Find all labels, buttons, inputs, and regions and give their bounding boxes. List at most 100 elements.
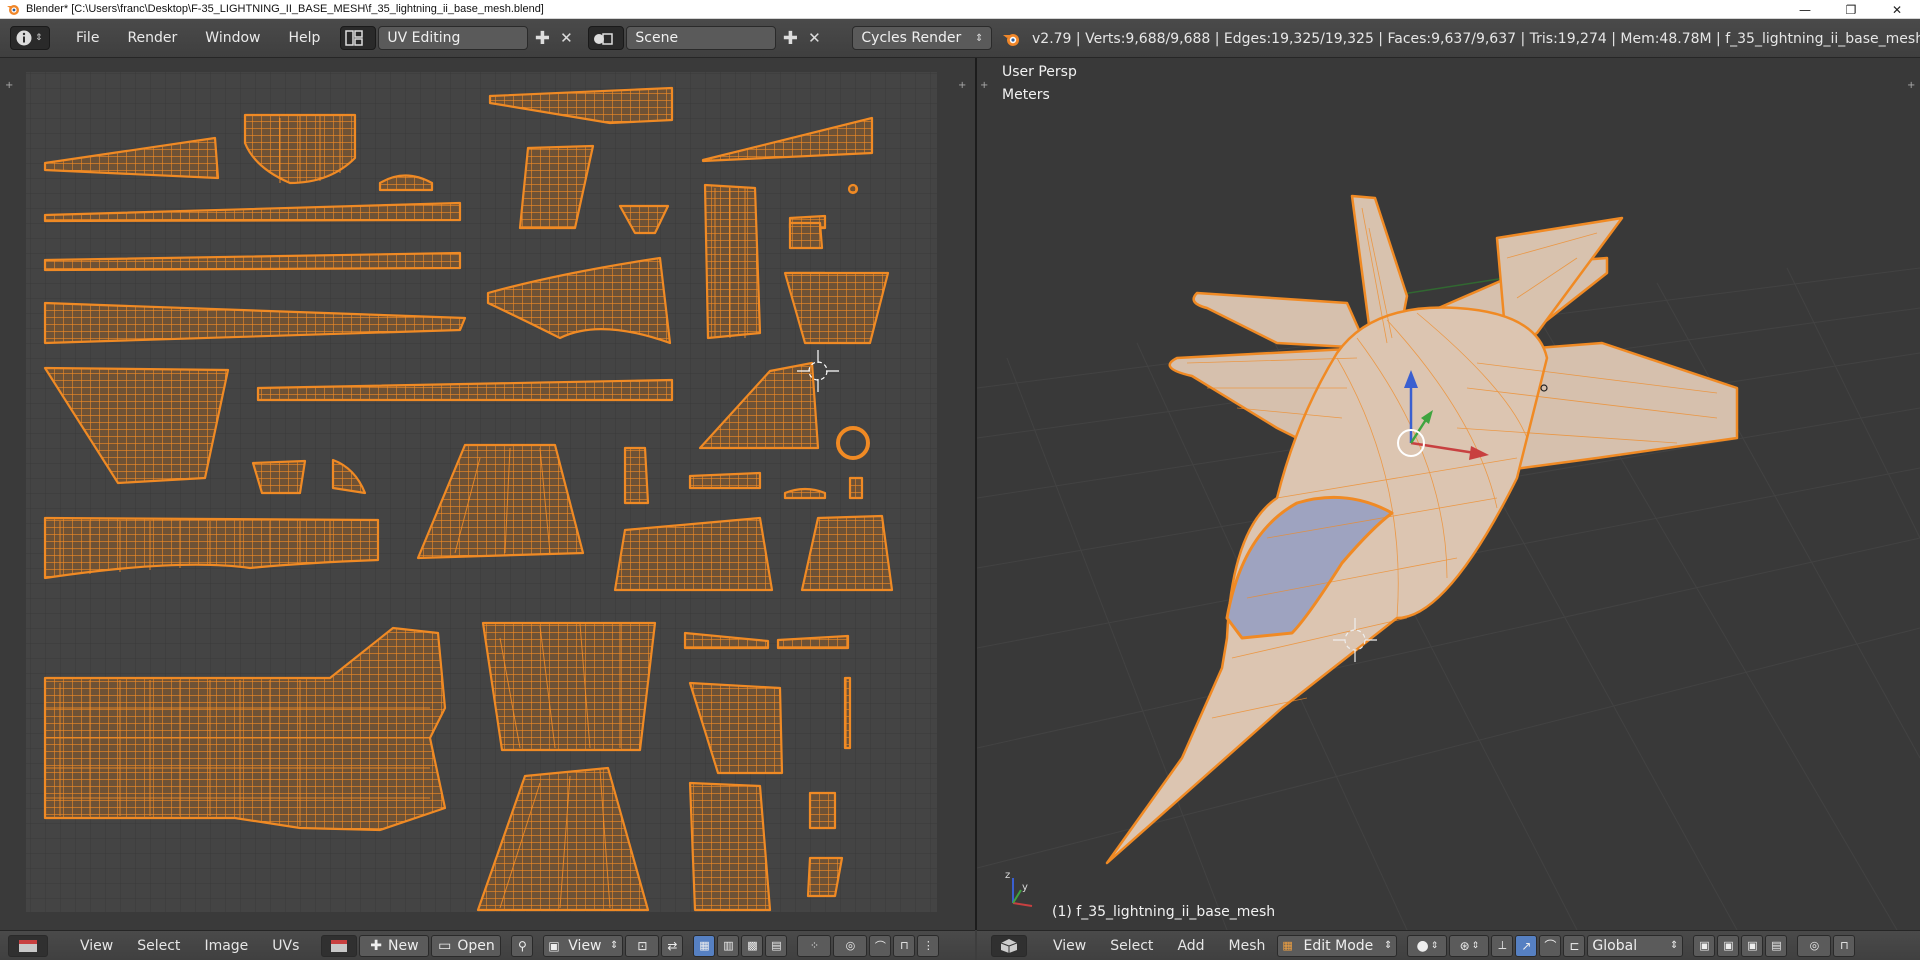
- snap-icon: ⋮: [922, 939, 934, 952]
- open-image-label: Open: [457, 937, 495, 954]
- render-engine-select[interactable]: Cycles Render ⇕: [852, 26, 993, 50]
- mode-select[interactable]: ▦ Edit Mode ⇕: [1277, 934, 1398, 957]
- scene-icon: [594, 33, 614, 45]
- window-controls: — ❐ ✕: [1782, 0, 1920, 19]
- uv-editor-header: View Select Image UVs ✚ New ▭ Open ⚲ ▣ V…: [0, 930, 975, 960]
- 3d-menu-mesh[interactable]: Mesh: [1217, 938, 1278, 954]
- menu-window[interactable]: Window: [191, 30, 274, 46]
- screen-layout-name: UV Editing: [387, 30, 461, 46]
- svg-text:+: +: [1907, 80, 1915, 91]
- image-browse-button[interactable]: [321, 934, 358, 957]
- screen-layout-browse[interactable]: [340, 26, 377, 50]
- uv-sync-toggle[interactable]: ⇄: [661, 934, 684, 957]
- 3d-menu-add[interactable]: Add: [1165, 938, 1216, 954]
- maximize-button[interactable]: ❐: [1828, 0, 1874, 19]
- face-select-icon: ▩: [747, 939, 758, 952]
- screen-layout-field[interactable]: UV Editing: [378, 26, 529, 50]
- menu-file[interactable]: File: [62, 30, 113, 46]
- snap-toggle[interactable]: ⊓: [893, 934, 916, 957]
- scene-browse[interactable]: [588, 26, 625, 50]
- chevron-updown-icon: ⇕: [1471, 940, 1480, 951]
- menu-render[interactable]: Render: [113, 30, 191, 46]
- solid-shading-icon: ●: [1416, 937, 1429, 954]
- svg-text:y: y: [1022, 882, 1028, 893]
- remove-scene-icon[interactable]: ✕: [804, 28, 824, 48]
- 3d-menu-view[interactable]: View: [1041, 938, 1098, 954]
- manipulator-toggle[interactable]: ⟂: [1491, 934, 1514, 957]
- arrow-icon: ↗: [1521, 938, 1532, 953]
- 3d-viewport[interactable]: z y + + User Persp Meters (1) f_35_light…: [977, 58, 1920, 930]
- pivot-point-select[interactable]: ⊛ ⇕: [1449, 934, 1490, 957]
- editor-type-selector[interactable]: [8, 934, 48, 957]
- mode-label: Edit Mode: [1303, 937, 1374, 954]
- uv-menu-select[interactable]: Select: [125, 938, 192, 954]
- layer-button-1[interactable]: ▣: [1693, 934, 1716, 957]
- view-mode-select[interactable]: ▣ View ⇕: [543, 934, 624, 957]
- uv-menu-image[interactable]: Image: [192, 938, 260, 954]
- uv-menu-uvs[interactable]: UVs: [260, 938, 311, 954]
- pivot-select[interactable]: ⊡: [625, 934, 660, 957]
- select-vertex-button[interactable]: ▦: [693, 934, 716, 957]
- proportional-edit-button[interactable]: ◎: [1797, 934, 1832, 957]
- edit-mode-icon: ▦: [1282, 939, 1293, 952]
- scene-name: Scene: [635, 30, 679, 46]
- blender-logo-icon: [1003, 33, 1019, 46]
- chevron-updown-icon: ⇕: [1384, 940, 1393, 951]
- edge-select-icon: ▥: [723, 939, 734, 952]
- layer-button-2[interactable]: ▣: [1717, 934, 1740, 957]
- uv-menu-view[interactable]: View: [68, 938, 125, 954]
- sync-icon: ⇄: [667, 938, 678, 953]
- layer-button-3[interactable]: ▣: [1741, 934, 1764, 957]
- remove-screen-icon[interactable]: ✕: [556, 28, 576, 48]
- editor-type-selector[interactable]: [991, 934, 1027, 957]
- info-icon: [16, 30, 32, 46]
- svg-text:z: z: [1005, 870, 1010, 881]
- select-island-button[interactable]: ▤: [765, 934, 788, 957]
- shading-select[interactable]: ● ⇕: [1407, 934, 1448, 957]
- select-face-button[interactable]: ▩: [741, 934, 764, 957]
- 3d-menu-select[interactable]: Select: [1098, 938, 1165, 954]
- scale-manipulator-button[interactable]: ⊏: [1563, 934, 1586, 957]
- magnet-icon: ⊓: [1840, 939, 1849, 952]
- scene-field[interactable]: Scene: [626, 26, 777, 50]
- viewport-canvas[interactable]: z y + +: [977, 58, 1920, 930]
- falloff-icon: ⌒: [874, 939, 886, 953]
- proportional-falloff-button[interactable]: ⌒: [869, 934, 892, 957]
- chevron-updown-icon: ⇕: [1670, 940, 1679, 951]
- minimize-button[interactable]: —: [1782, 0, 1828, 19]
- folder-icon: ▭: [438, 937, 452, 954]
- vertex-select-icon: ▦: [699, 939, 710, 952]
- uv-canvas[interactable]: + +: [0, 58, 975, 930]
- scene-stats: v2.79 | Verts:9,688/9,688 | Edges:19,325…: [1002, 19, 1920, 58]
- add-scene-icon[interactable]: ✚: [780, 28, 800, 49]
- select-edge-button[interactable]: ▥: [717, 934, 740, 957]
- sticky-icon: ⁘: [809, 939, 820, 952]
- occlude-geometry-toggle[interactable]: ▤: [1765, 934, 1788, 957]
- chevron-updown-icon: ⇕: [975, 32, 984, 44]
- render-engine-value: Cycles Render: [861, 30, 962, 46]
- sticky-select-mode[interactable]: ⁘: [797, 934, 832, 957]
- uv-image-editor[interactable]: + +: [0, 58, 975, 930]
- pivot-icon: ⊡: [637, 938, 648, 953]
- rotate-manipulator-button[interactable]: ⌒: [1539, 934, 1562, 957]
- menu-help[interactable]: Help: [274, 30, 334, 46]
- pin-image-button[interactable]: ⚲: [511, 934, 534, 957]
- proportional-edit-button[interactable]: ◎: [833, 934, 868, 957]
- add-screen-icon[interactable]: ✚: [532, 28, 552, 49]
- orientation-label: Global: [1592, 937, 1638, 954]
- axis-gizmo: z y: [1005, 870, 1033, 907]
- transform-orientation-select[interactable]: Global ⇕: [1587, 934, 1684, 957]
- translate-manipulator-button[interactable]: ↗: [1515, 934, 1538, 957]
- new-image-label: New: [388, 937, 419, 954]
- pin-icon: ⚲: [518, 938, 527, 953]
- editor-type-selector[interactable]: ⇕: [10, 26, 50, 50]
- magnet-icon: ⊓: [900, 939, 909, 952]
- manipulator-icon: ⟂: [1498, 938, 1507, 952]
- view-mode-label: View: [568, 937, 602, 954]
- open-image-button[interactable]: ▭ Open: [431, 934, 502, 957]
- svg-text:+: +: [980, 80, 988, 91]
- snap-element-select[interactable]: ⋮: [917, 934, 940, 957]
- new-image-button[interactable]: ✚ New: [359, 934, 430, 957]
- snap-toggle[interactable]: ⊓: [1833, 934, 1856, 957]
- close-button[interactable]: ✕: [1874, 0, 1920, 19]
